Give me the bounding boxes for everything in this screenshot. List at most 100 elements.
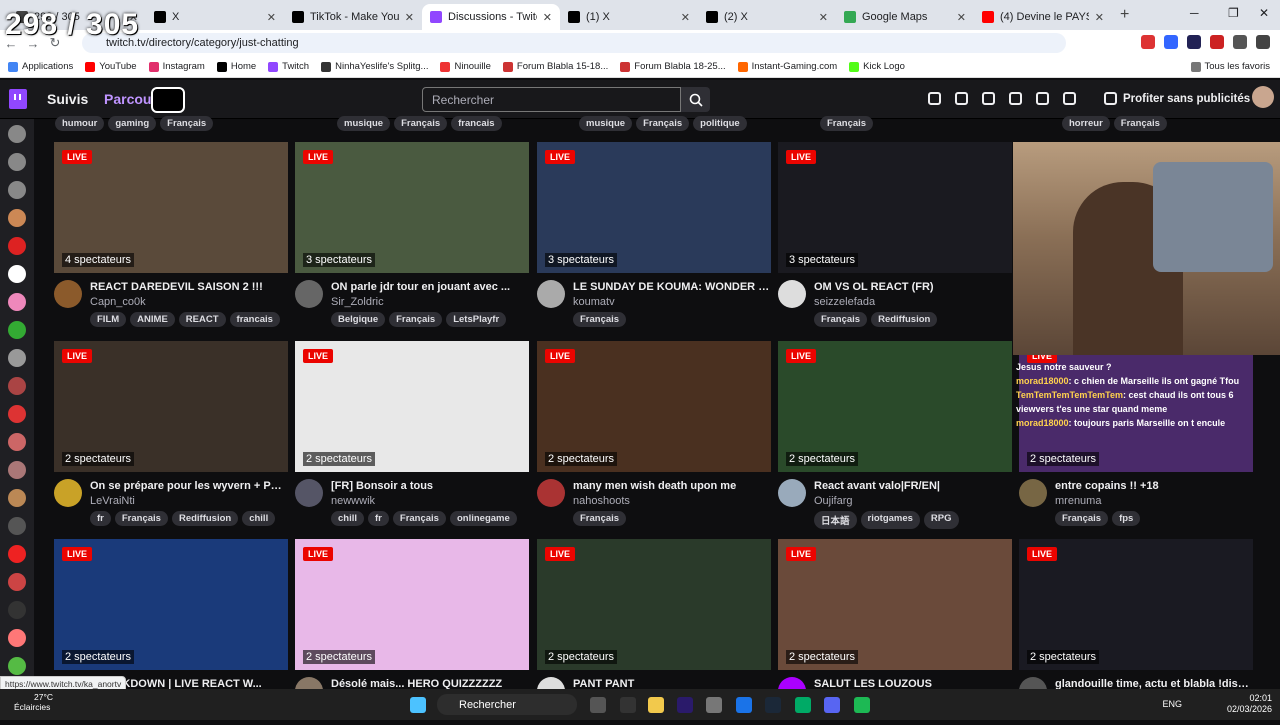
- channel-avatar[interactable]: [537, 280, 565, 308]
- sidebar-channel-avatar[interactable]: [8, 293, 26, 311]
- stream-title[interactable]: LE SUNDAY DE KOUMA: WONDER MAN: [573, 281, 771, 293]
- tag-pill[interactable]: francais: [229, 312, 280, 327]
- maximize-icon[interactable]: ❐: [1228, 6, 1239, 20]
- sidebar-channel-avatar[interactable]: [8, 629, 26, 647]
- bookmark-item[interactable]: Twitch: [268, 61, 309, 72]
- sidebar-channel-avatar[interactable]: [8, 657, 26, 675]
- discord-icon[interactable]: [824, 697, 840, 713]
- tag-pill[interactable]: LetsPlayfr: [446, 312, 507, 327]
- tag-pill[interactable]: Français: [814, 312, 868, 327]
- sidebar-channel-avatar[interactable]: [8, 265, 26, 283]
- whispers-icon[interactable]: [1036, 92, 1049, 105]
- inbox-icon[interactable]: [982, 92, 995, 105]
- tag-pill[interactable]: Français: [160, 116, 214, 131]
- tag-pill[interactable]: Français: [389, 312, 443, 327]
- stream-thumbnail[interactable]: LIVE 2 spectateurs: [537, 539, 771, 670]
- sidebar-channel-avatar[interactable]: [8, 405, 26, 423]
- tag-pill[interactable]: politique: [693, 116, 747, 131]
- stream-title[interactable]: [FR] Bonsoir a tous: [331, 480, 529, 492]
- weather-widget[interactable]: 27°C Éclaircies: [14, 692, 53, 712]
- channel-name[interactable]: LeVraiNti: [90, 495, 135, 507]
- search-button[interactable]: [681, 87, 710, 112]
- tag-pill[interactable]: fps: [1112, 511, 1141, 526]
- stream-thumbnail[interactable]: LIVE 2 spectateurs: [54, 341, 288, 472]
- extension-icon[interactable]: [1141, 35, 1155, 49]
- sidebar-channel-avatar[interactable]: [8, 209, 26, 227]
- tag-pill[interactable]: Français: [114, 511, 168, 526]
- tag-pill[interactable]: Français: [1055, 511, 1109, 526]
- sidebar-channel-avatar[interactable]: [8, 601, 26, 619]
- user-avatar[interactable]: [1252, 86, 1274, 108]
- close-window-icon[interactable]: ✕: [1259, 6, 1269, 20]
- sidebar-channel-avatar[interactable]: [8, 573, 26, 591]
- bookmark-item[interactable]: Home: [216, 61, 256, 72]
- sidebar-channel-avatar[interactable]: [8, 237, 26, 255]
- stream-title[interactable]: On se prépare pour les wyvern + Popp...: [90, 480, 288, 492]
- tag-pill[interactable]: ANIME: [130, 312, 175, 327]
- stream-card[interactable]: LIVE 2 spectateurs React avant valo|FR/EN|…: [778, 341, 1012, 529]
- tag-pill[interactable]: chill: [242, 511, 276, 526]
- prime-button[interactable]: Profiter sans publicités: [1104, 92, 1250, 105]
- steam-icon[interactable]: [765, 697, 781, 713]
- bookmark-item[interactable]: Forum Blabla 15-18...: [502, 61, 608, 72]
- bookmark-item[interactable]: NinhaYeslife's Splitg...: [321, 61, 428, 72]
- bookmark-item[interactable]: Forum Blabla 18-25...: [620, 61, 726, 72]
- tag-pill[interactable]: chill: [331, 511, 365, 526]
- stream-thumbnail[interactable]: LIVE 2 spectateurs: [537, 341, 771, 472]
- bookmark-item[interactable]: YouTube: [85, 61, 137, 72]
- channel-name[interactable]: Oujifarg: [814, 495, 853, 507]
- sidebar-channel-avatar[interactable]: [8, 349, 26, 367]
- close-tab-icon[interactable]: ✕: [957, 11, 966, 24]
- channel-name[interactable]: newwwik: [331, 495, 375, 507]
- tag-pill[interactable]: horreur: [1062, 116, 1110, 131]
- chrome-icon[interactable]: [736, 697, 752, 713]
- stream-card[interactable]: LIVE 3 spectateurs ON parle jdr tour en jo…: [295, 142, 529, 328]
- sidebar-channel-avatar[interactable]: [8, 433, 26, 451]
- stream-card[interactable]: LIVE 3 spectateurs LE SUNDAY DE KOUMA: WON…: [537, 142, 771, 328]
- close-tab-icon[interactable]: ✕: [267, 11, 276, 24]
- menu-icon[interactable]: [1256, 35, 1270, 49]
- stream-title[interactable]: OM VS OL REACT (FR): [814, 281, 1012, 293]
- tag-pill[interactable]: Belgique: [331, 312, 386, 327]
- sidebar-channel-avatar[interactable]: [8, 377, 26, 395]
- stream-thumbnail[interactable]: LIVE 3 spectateurs: [778, 142, 1012, 273]
- start-icon[interactable]: [410, 697, 426, 713]
- browser-tab[interactable]: X ✕: [146, 4, 284, 30]
- twitch-logo-icon[interactable]: [9, 89, 27, 109]
- browser-tab[interactable]: (2) X ✕: [698, 4, 836, 30]
- bookmark-item[interactable]: Instagram: [148, 61, 205, 72]
- spotify-icon[interactable]: [854, 697, 870, 713]
- app-icon[interactable]: [706, 697, 722, 713]
- sidebar-channel-avatar[interactable]: [8, 125, 26, 143]
- tag-pill[interactable]: FILM: [90, 312, 127, 327]
- tag-pill[interactable]: Français: [1113, 116, 1167, 131]
- stream-card[interactable]: LIVE 3 spectateurs OM VS OL REACT (FR) seiz…: [778, 142, 1012, 328]
- bookmark-item[interactable]: Ninouille: [440, 61, 491, 72]
- channel-avatar[interactable]: [295, 280, 323, 308]
- channel-name[interactable]: Capn_co0k: [90, 296, 146, 308]
- tag-pill[interactable]: fr: [90, 511, 111, 526]
- stream-title[interactable]: entre copains !! +18: [1055, 480, 1253, 492]
- stream-title[interactable]: ON parle jdr tour en jouant avec ...: [331, 281, 529, 293]
- tag-pill[interactable]: gaming: [108, 116, 157, 131]
- channel-avatar[interactable]: [54, 280, 82, 308]
- stream-thumbnail[interactable]: LIVE 3 spectateurs: [537, 142, 771, 273]
- tag-pill[interactable]: Français: [636, 116, 690, 131]
- channel-avatar[interactable]: [295, 479, 323, 507]
- channel-avatar[interactable]: [778, 280, 806, 308]
- sidebar-channel-avatar[interactable]: [8, 153, 26, 171]
- tag-pill[interactable]: musique: [337, 116, 391, 131]
- extension-icon[interactable]: [1164, 35, 1178, 49]
- stream-card[interactable]: LIVE 2 spectateurs [FR] Bonsoir a tous neww…: [295, 341, 529, 527]
- channel-name[interactable]: seizzelefada: [814, 296, 875, 308]
- stream-card[interactable]: LIVE 4 spectateurs REACT DAREDEVIL SAISON …: [54, 142, 288, 328]
- bookmark-item[interactable]: Kick Logo: [849, 61, 905, 72]
- tag-pill[interactable]: Français: [392, 511, 446, 526]
- search-input[interactable]: Rechercher: [422, 87, 681, 112]
- stream-thumbnail[interactable]: LIVE 2 spectateurs: [778, 539, 1012, 670]
- puzzle-icon[interactable]: [1233, 35, 1247, 49]
- close-tab-icon[interactable]: ✕: [405, 11, 414, 24]
- close-tab-icon[interactable]: ✕: [1095, 11, 1104, 24]
- stream-thumbnail[interactable]: LIVE 2 spectateurs: [778, 341, 1012, 472]
- stream-thumbnail[interactable]: LIVE 2 spectateurs: [295, 341, 529, 472]
